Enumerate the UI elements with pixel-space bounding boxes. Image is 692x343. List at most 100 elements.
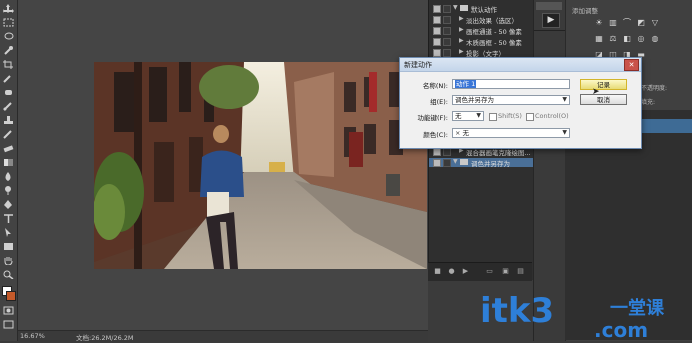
action-row[interactable]: ▶ 画框通道 - 50 像素 (429, 26, 533, 36)
clone-stamp-tool-icon[interactable] (3, 116, 14, 125)
chevron-right-icon[interactable]: ▶ (459, 48, 464, 55)
color-select[interactable]: × 无 ▼ (452, 128, 570, 138)
function-key-select[interactable]: 无 ▼ (452, 111, 484, 121)
chevron-down-icon: ▼ (562, 96, 567, 103)
lasso-tool-icon[interactable] (3, 32, 14, 41)
function-key-label: 功能键(F): (417, 114, 448, 122)
shift-checkbox[interactable] (489, 113, 497, 121)
crop-tool-icon[interactable] (3, 60, 14, 69)
trash-icon[interactable]: ▤ (517, 268, 524, 275)
history-brush-tool-icon[interactable] (3, 130, 14, 139)
fill-label: 填充: (641, 99, 656, 106)
actions-panel-button-icon[interactable]: ▶ (542, 13, 560, 28)
name-label: 名称(N): (422, 82, 448, 90)
set-select[interactable]: 调色并另存为 ▼ (452, 95, 570, 105)
dialog-titlebar[interactable]: 新建动作 ✕ (400, 58, 641, 72)
quick-mask-icon[interactable] (3, 306, 14, 315)
action-row[interactable]: ▶ 木质画框 - 50 像素 (429, 37, 533, 47)
move-tool-icon[interactable] (3, 4, 14, 13)
marquee-tool-icon[interactable] (3, 18, 14, 27)
color-label: 颜色(C): (423, 131, 448, 139)
color-select-value: 无 (462, 129, 470, 137)
action-label: 默认动作 (471, 6, 497, 14)
record-button[interactable]: 记录 (580, 79, 627, 90)
toggle-checkbox[interactable] (433, 49, 441, 57)
document-photo[interactable] (94, 62, 427, 269)
eyedropper-tool-icon[interactable] (3, 74, 14, 83)
record-icon[interactable]: ● (448, 268, 455, 275)
new-set-icon[interactable]: ▭ (486, 268, 493, 275)
eraser-tool-icon[interactable] (3, 144, 14, 153)
action-row[interactable]: ▶ 淡出效果（选区） (429, 15, 533, 25)
set-select-value: 调色并另存为 (455, 96, 494, 104)
dialog-toggle[interactable] (443, 148, 451, 156)
dialog-title: 新建动作 (404, 61, 432, 69)
new-action-icon[interactable]: ▣ (502, 268, 509, 275)
name-input-value: 动作 1 (455, 80, 477, 88)
adjustments-title: 添加调整 (572, 7, 598, 15)
brightness-icon[interactable]: ☀ (594, 18, 604, 27)
hand-tool-icon[interactable] (3, 256, 14, 265)
blur-tool-icon[interactable] (3, 172, 14, 181)
action-set-row[interactable]: ▼ 调色并另存为 (429, 158, 533, 168)
chevron-down-icon[interactable]: ▼ (453, 4, 458, 11)
chevron-down-icon: ▼ (476, 112, 481, 119)
chevron-right-icon[interactable]: ▶ (459, 26, 464, 33)
dock-header (536, 2, 562, 10)
control-checkbox[interactable] (526, 113, 534, 121)
screen-mode-icon[interactable] (3, 320, 14, 329)
toggle-checkbox[interactable] (433, 5, 441, 13)
dodge-tool-icon[interactable] (3, 186, 14, 195)
action-label: 木质画框 - 50 像素 (466, 39, 522, 47)
folder-icon (460, 5, 468, 11)
photo-filter-icon[interactable]: ◎ (636, 34, 646, 43)
levels-icon[interactable]: ▥ (608, 18, 618, 27)
stop-icon[interactable]: ■ (434, 268, 441, 275)
shift-label: Shift(S) (498, 112, 522, 120)
chevron-down-icon[interactable]: ▼ (453, 158, 458, 165)
close-icon[interactable]: ✕ (624, 59, 639, 71)
tools-panel (0, 0, 18, 341)
zoom-level[interactable]: 16.67% (20, 332, 45, 340)
actions-toolbar: ■ ● ▶ ▭ ▣ ▤ (428, 262, 532, 281)
chevron-right-icon[interactable]: ▶ (459, 37, 464, 44)
dialog-toggle[interactable] (443, 5, 451, 13)
play-icon[interactable]: ▶ (462, 268, 469, 275)
dialog-toggle[interactable] (443, 159, 451, 167)
gradient-tool-icon[interactable] (3, 158, 14, 167)
chevron-right-icon[interactable]: ▶ (459, 15, 464, 22)
cancel-button[interactable]: 取消 (580, 94, 627, 105)
brush-tool-icon[interactable] (3, 102, 14, 111)
color-balance-icon[interactable]: ⚖ (608, 34, 618, 43)
toggle-checkbox[interactable] (433, 38, 441, 46)
hue-saturation-icon[interactable]: ▦ (594, 34, 604, 43)
black-white-icon[interactable]: ◧ (622, 34, 632, 43)
toggle-checkbox[interactable] (433, 159, 441, 167)
dialog-toggle[interactable] (443, 38, 451, 46)
path-select-tool-icon[interactable] (3, 228, 14, 237)
background-color-swatch[interactable] (6, 291, 16, 301)
dialog-toggle[interactable] (443, 16, 451, 24)
color-none-icon: × (455, 129, 461, 137)
opacity-label: 不透明度: (641, 85, 668, 92)
type-tool-icon[interactable] (3, 214, 14, 223)
vibrance-icon[interactable]: ▽ (650, 18, 660, 27)
toggle-checkbox[interactable] (433, 16, 441, 24)
healing-brush-tool-icon[interactable] (3, 88, 14, 97)
shape-tool-icon[interactable] (3, 242, 14, 251)
quick-select-tool-icon[interactable] (3, 46, 14, 55)
dialog-toggle[interactable] (443, 27, 451, 35)
zoom-tool-icon[interactable] (3, 270, 14, 279)
action-set-row[interactable]: ▼ 默认动作 (429, 4, 533, 14)
curves-icon[interactable]: ⌒ (622, 18, 632, 27)
pen-tool-icon[interactable] (3, 200, 14, 209)
status-bar: 16.67% 文档:26.2M/26.2M (18, 330, 428, 342)
toggle-checkbox[interactable] (433, 27, 441, 35)
exposure-icon[interactable]: ◩ (636, 18, 646, 27)
channel-mixer-icon[interactable]: ◍ (650, 34, 660, 43)
name-input[interactable]: 动作 1 (452, 79, 570, 89)
dialog-toggle[interactable] (443, 49, 451, 57)
toggle-checkbox[interactable] (433, 148, 441, 156)
mouse-cursor-icon: ➤ (592, 87, 600, 97)
action-row[interactable]: ▶ 投影（文字） (429, 48, 533, 58)
